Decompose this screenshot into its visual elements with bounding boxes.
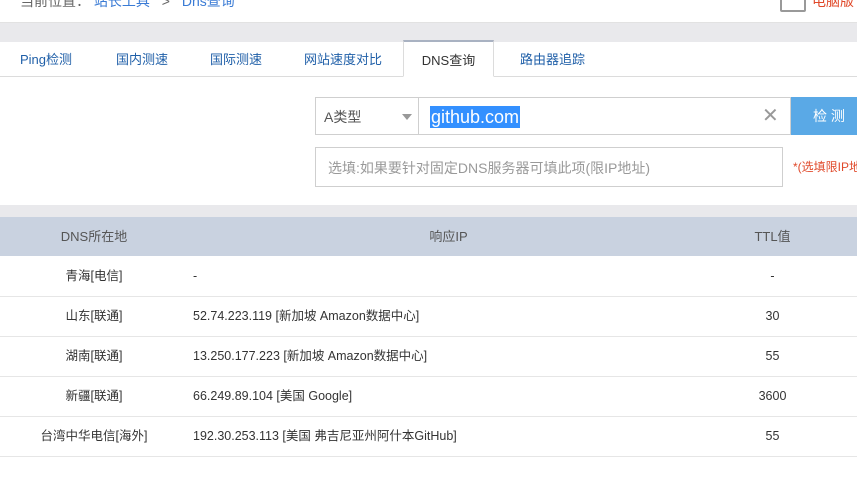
- cell-location: 台湾中华电信[海外]: [40, 429, 148, 443]
- cell-ip: 13.250.177.223 [新加坡 Amazon数据中心]: [193, 349, 428, 363]
- tab-site-speed-compare[interactable]: 网站速度对比: [304, 42, 382, 76]
- tab-ping[interactable]: Ping检测: [20, 42, 72, 76]
- table-row: 青海[电信] - -: [0, 256, 857, 297]
- record-type-value: A类型: [324, 109, 362, 125]
- breadcrumb-home-link[interactable]: 站长工具: [94, 0, 150, 9]
- breadcrumb-current[interactable]: Dns查询: [182, 0, 235, 9]
- domain-input[interactable]: github.com ✕: [419, 97, 791, 135]
- breadcrumb-prefix: 当前位置：: [20, 0, 90, 9]
- table-row: 台湾中华电信[海外] 192.30.253.113 [美国 弗吉尼亚州阿什本Gi…: [0, 416, 857, 457]
- cell-ip: 52.74.223.119 [新加坡 Amazon数据中心]: [193, 309, 420, 323]
- close-icon[interactable]: ✕: [762, 105, 779, 127]
- tab-route-trace[interactable]: 路由器追踪: [520, 42, 585, 76]
- results-table: DNS所在地 响应IP TTL值 青海[电信] - - 山东[联通] 52.74…: [0, 217, 857, 498]
- cell-ip: -: [193, 269, 198, 283]
- table-row: 山东[联通] 52.74.223.119 [新加坡 Amazon数据中心] 30: [0, 296, 857, 337]
- table-header: DNS所在地 响应IP TTL值: [0, 217, 857, 256]
- query-panel: Ping检测 国内测速 国际测速 网站速度对比 DNS查询 路由器追踪 A类型 …: [0, 40, 857, 205]
- tab-domestic-speed[interactable]: 国内测速: [116, 42, 168, 76]
- cell-ttl: 55: [765, 349, 780, 363]
- cell-ttl: 30: [765, 309, 780, 323]
- cell-location: 青海[电信]: [65, 269, 123, 283]
- cell-ip: 192.30.253.113 [美国 弗吉尼亚州阿什本GitHub]: [193, 429, 457, 443]
- top-bar: 当前位置： 站长工具 > Dns查询 电脑版: [0, 0, 857, 23]
- tab-international-speed[interactable]: 国际测速: [210, 42, 262, 76]
- cell-ttl: -: [770, 269, 775, 283]
- cell-location: 新疆[联通]: [65, 389, 123, 403]
- tab-dns-query[interactable]: DNS查询: [403, 40, 494, 77]
- breadcrumb-separator: >: [161, 0, 170, 9]
- table-row: 新疆[联通] 66.249.89.104 [美国 Google] 3600: [0, 376, 857, 417]
- cell-ttl: 3600: [758, 389, 787, 403]
- computer-icon[interactable]: [780, 0, 806, 12]
- table-row: 湖南[联通] 13.250.177.223 [新加坡 Amazon数据中心] 5…: [0, 336, 857, 377]
- chevron-down-icon: [402, 114, 412, 120]
- cell-ip: 66.249.89.104 [美国 Google]: [193, 389, 353, 403]
- tool-tabs: Ping检测 国内测速 国际测速 网站速度对比 DNS查询 路由器追踪: [0, 40, 857, 77]
- header-ttl: TTL值: [754, 229, 791, 244]
- breadcrumb: 当前位置： 站长工具 > Dns查询: [20, 0, 235, 11]
- domain-value: github.com: [430, 106, 521, 128]
- check-button[interactable]: 检 测: [791, 97, 857, 135]
- cell-location: 山东[联通]: [65, 309, 123, 323]
- desktop-version-link[interactable]: 电脑版: [812, 0, 854, 11]
- record-type-select[interactable]: A类型: [315, 97, 419, 135]
- cell-ttl: 55: [765, 429, 780, 443]
- dns-server-input[interactable]: 选填:如果要针对固定DNS服务器可填此项(限IP地址): [315, 147, 783, 187]
- cell-location: 湖南[联通]: [65, 349, 123, 363]
- dns-server-hint: *(选填限IP地址): [793, 160, 857, 174]
